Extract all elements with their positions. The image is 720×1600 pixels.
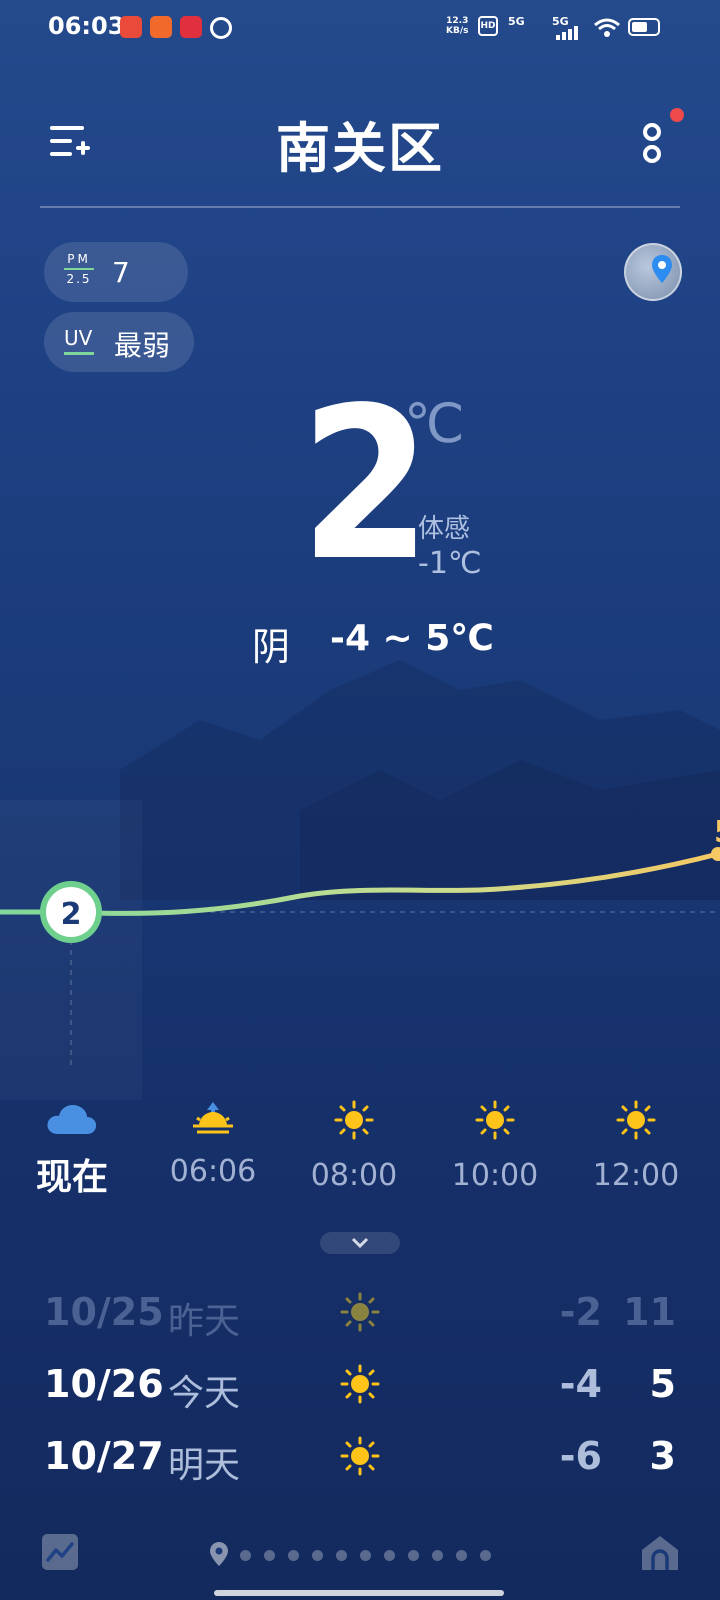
pm-label-line	[64, 268, 94, 270]
more-icon[interactable]	[636, 118, 672, 168]
hourly-item-now[interactable]: 现在	[12, 1100, 132, 1200]
uv-value: 最弱	[114, 329, 171, 362]
page-dot	[432, 1550, 443, 1561]
sun-icon	[475, 1100, 515, 1140]
daily-row-yesterday[interactable]: 10/25 昨天 -2 11	[0, 1290, 720, 1350]
daily-day-name: 今天	[168, 1373, 241, 1414]
sun-icon	[334, 1100, 374, 1140]
hourly-label: 现在	[35, 1157, 108, 1198]
sunrise-icon	[193, 1102, 233, 1134]
daily-day-name: 昨天	[168, 1301, 241, 1342]
uv-label: UV	[64, 326, 93, 350]
daily-row-tomorrow[interactable]: 10/27 明天 -6 3	[0, 1434, 720, 1494]
sim1-network-label: 5G	[508, 15, 525, 28]
page-dot	[360, 1550, 371, 1561]
notification-dot	[670, 108, 684, 122]
status-time: 06:03	[48, 12, 125, 40]
feels-like-value: -1℃	[418, 546, 482, 581]
battery-icon	[628, 18, 660, 36]
feels-like-label: 体感	[418, 514, 471, 544]
daily-low: -6	[559, 1434, 602, 1478]
signal-icon	[556, 26, 578, 40]
header-divider	[40, 206, 680, 208]
uv-label-line	[64, 352, 94, 355]
pm-label-top: PM	[67, 252, 91, 266]
home-icon[interactable]	[640, 1532, 680, 1572]
hourly-item[interactable]: 10:00	[435, 1100, 555, 1193]
hourly-item[interactable]: 12:00	[576, 1100, 696, 1193]
sun-icon	[616, 1100, 656, 1140]
page-dot	[480, 1550, 491, 1561]
hourly-label: 08:00	[310, 1158, 398, 1193]
hourly-temperature-chart[interactable]: 5 2	[0, 800, 720, 1100]
city-name[interactable]: 南关区	[0, 104, 720, 183]
app-notification-icon	[150, 16, 172, 38]
trend-chart-icon[interactable]	[42, 1534, 78, 1570]
page-dot	[336, 1550, 347, 1561]
page-dot	[264, 1550, 275, 1561]
hourly-label: 12:00	[592, 1158, 680, 1193]
cloud-icon	[47, 1105, 97, 1134]
map-location-button[interactable]	[624, 243, 682, 301]
pm25-badge[interactable]: PM 2.5 7	[44, 242, 188, 302]
temperature-unit: ℃	[404, 392, 465, 455]
now-value-label: 2	[61, 897, 82, 932]
daily-high: 11	[623, 1290, 676, 1334]
daily-low: -2	[559, 1290, 602, 1334]
location-pin-icon	[652, 255, 672, 283]
daily-high: 5	[649, 1362, 676, 1406]
hourly-label: 06:06	[169, 1154, 257, 1189]
hourly-item[interactable]: 06:06	[153, 1100, 273, 1189]
wifi-icon	[594, 18, 620, 37]
end-value-label: 5	[714, 815, 720, 850]
daily-day-name: 明天	[168, 1445, 241, 1486]
daily-date: 10/26	[44, 1362, 164, 1406]
daily-date: 10/27	[44, 1434, 164, 1478]
location-pin-icon	[210, 1542, 228, 1566]
net-speed-value: 12.3	[446, 16, 469, 26]
daily-low: -4	[559, 1362, 602, 1406]
hd-icon: HD	[478, 16, 498, 36]
system-home-indicator[interactable]	[214, 1590, 504, 1596]
uv-badge[interactable]: UV 最弱	[44, 312, 194, 372]
page-dot	[240, 1550, 251, 1561]
app-notification-icon	[210, 17, 232, 39]
net-speed-unit: KB/s	[446, 26, 469, 36]
hourly-item[interactable]: 08:00	[294, 1100, 414, 1193]
page-dot	[384, 1550, 395, 1561]
sun-icon	[340, 1364, 380, 1404]
hourly-label: 10:00	[451, 1158, 539, 1193]
app-notification-icon	[120, 16, 142, 38]
chevron-down-icon	[351, 1237, 369, 1249]
page-dot	[456, 1550, 467, 1561]
daily-row-today[interactable]: 10/26 今天 -4 5	[0, 1362, 720, 1422]
expand-button[interactable]	[320, 1232, 400, 1254]
pm25-value: 7	[112, 256, 130, 289]
sun-icon	[340, 1292, 380, 1332]
pm-label-bottom: 2.5	[66, 272, 92, 286]
app-notification-icon	[180, 16, 202, 38]
sun-icon	[340, 1436, 380, 1476]
daily-high: 3	[649, 1434, 676, 1478]
page-dot	[408, 1550, 419, 1561]
daily-date: 10/25	[44, 1290, 164, 1334]
page-dot	[312, 1550, 323, 1561]
page-dot	[288, 1550, 299, 1561]
status-bar: 06:03 12.3 KB/s HD 5G 5G	[0, 0, 720, 56]
net-speed: 12.3 KB/s	[446, 16, 468, 36]
